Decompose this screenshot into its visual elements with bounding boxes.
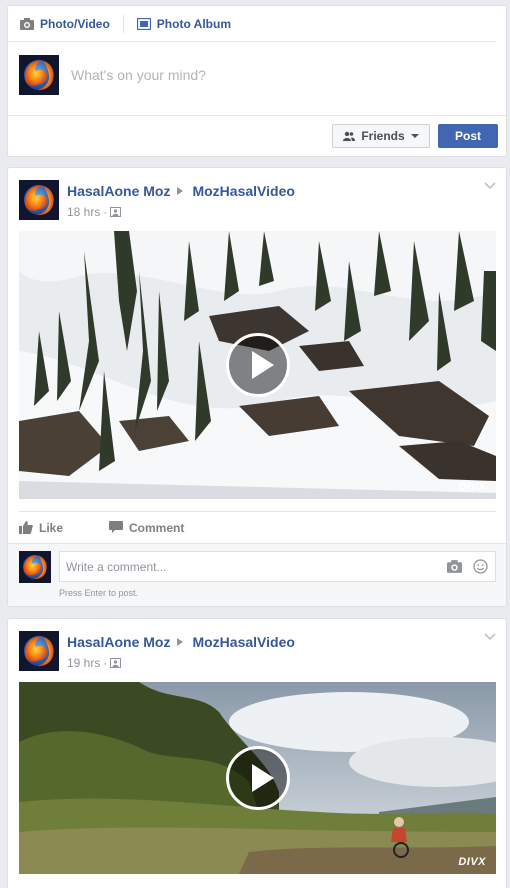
avatar[interactable] [19,55,59,95]
arrow-right-icon [177,638,184,646]
photo-album-tab[interactable]: Photo Album [136,16,231,31]
comment-hint: Press Enter to post. [59,588,139,598]
divx-watermark: DIVX [458,856,486,868]
firefox-logo-icon [19,55,59,95]
audience-selector-button[interactable]: Friends [332,124,430,148]
play-icon[interactable] [225,746,290,810]
target-page-link[interactable]: MozHasalVideo [192,183,294,199]
post-header: HasalAone Moz MozHasalVideo 19 hrs · [8,619,506,681]
post-button[interactable]: Post [438,124,498,148]
audience-icon[interactable] [110,207,122,217]
comment-button[interactable]: Comment [109,521,184,535]
composer-actions: Friends Post [8,116,506,156]
chevron-down-icon[interactable] [484,633,496,641]
firefox-logo-icon [19,551,51,583]
feed-post: HasalAone Moz MozHasalVideo 19 hrs · DIV… [7,618,507,888]
author-avatar[interactable] [19,631,59,671]
post-meta: 18 hrs · [67,205,122,219]
audience-label: Friends [361,129,405,143]
composer-card: Photo/Video Photo Album What's on your m… [7,5,507,157]
post-author-line: HasalAone Moz MozHasalVideo [67,183,295,199]
author-avatar[interactable] [19,180,59,220]
firefox-logo-icon [19,631,59,671]
post-timestamp[interactable]: 19 hrs [67,656,100,670]
photo-video-label: Photo/Video [40,16,110,31]
author-name-link[interactable]: HasalAone Moz [67,634,170,650]
meta-separator: · [103,656,108,670]
emoji-icon[interactable] [473,559,488,574]
play-icon[interactable] [225,333,290,397]
like-label: Like [39,520,64,535]
comment-label: Comment [129,520,185,535]
arrow-right-icon [177,187,184,195]
composer-tabs: Photo/Video Photo Album [8,6,496,42]
status-input-placeholder[interactable]: What's on your mind? [71,67,206,83]
camera-icon [20,17,34,30]
feed-post: HasalAone Moz MozHasalVideo 18 hrs · DIV… [7,167,507,607]
composer-body[interactable]: What's on your mind? [8,42,506,116]
post-meta: 19 hrs · [67,656,122,670]
firefox-logo-icon [19,180,59,220]
target-page-link[interactable]: MozHasalVideo [192,634,294,650]
video-player[interactable]: DIVX [19,231,496,499]
tab-divider [122,14,124,33]
audience-icon[interactable] [110,658,122,668]
post-author-line: HasalAone Moz MozHasalVideo [67,634,295,650]
post-actions: Like Comment [19,511,496,543]
author-name-link[interactable]: HasalAone Moz [67,183,170,199]
comment-input[interactable]: Write a comment... [59,551,496,582]
thumbs-up-icon [19,521,33,534]
meta-separator: · [103,205,108,219]
photo-video-tab[interactable]: Photo/Video [20,17,110,31]
commenter-avatar[interactable] [19,551,51,583]
like-button[interactable]: Like [19,521,63,535]
camera-icon[interactable] [447,560,462,573]
photo-album-label: Photo Album [156,16,231,31]
comment-composer: Write a comment... Press Enter to post. [8,543,506,606]
post-timestamp[interactable]: 18 hrs [67,205,100,219]
divx-watermark: DIVX [458,481,486,493]
comment-icon [109,521,124,533]
video-player[interactable]: DIVX [19,682,496,874]
chevron-down-icon [410,134,419,138]
post-header: HasalAone Moz MozHasalVideo 18 hrs · [8,168,506,230]
album-icon [136,17,151,30]
comment-placeholder: Write a comment... [66,560,167,574]
chevron-down-icon[interactable] [484,182,496,190]
friends-icon [343,131,356,141]
